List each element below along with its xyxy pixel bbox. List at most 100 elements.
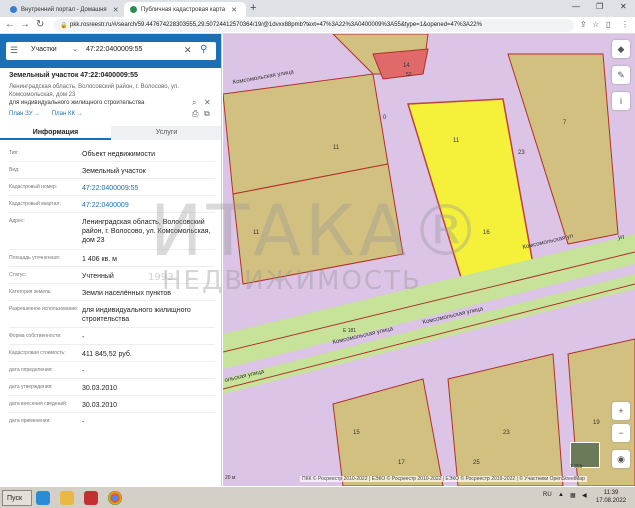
parcel-title: Земельный участок 47:22:0400009:55 <box>9 72 138 79</box>
parcel-purpose: для индивидуального жилищного строительс… <box>9 100 145 106</box>
chrome-icon[interactable] <box>108 491 122 505</box>
info-value: - <box>82 419 85 426</box>
tab-services[interactable]: Услуги <box>111 126 221 140</box>
parcel-shape[interactable] <box>332 378 444 486</box>
menu-icon[interactable]: ☰ <box>10 45 18 56</box>
info-key: Категория земель: <box>9 289 52 295</box>
close-icon[interactable]: ✕ <box>113 6 119 14</box>
row-divider <box>9 178 215 179</box>
zoom-to-icon[interactable]: ⌕ <box>192 98 196 108</box>
search-icon[interactable]: ⚲ <box>200 44 207 55</box>
new-tab-button[interactable]: + <box>250 2 256 14</box>
system-clock[interactable]: 11:39 17.08.2022 <box>596 489 626 505</box>
info-key: Кадастровый номер: <box>9 184 58 190</box>
star-icon[interactable]: ☆ <box>592 20 599 29</box>
browser-tab-bar: Внутренний портал - Домашня ✕ Публичная … <box>0 0 635 17</box>
row-divider <box>9 300 215 301</box>
close-window-icon[interactable]: ✕ <box>620 2 627 11</box>
ie-icon[interactable] <box>36 491 50 505</box>
info-key: Тип: <box>9 150 19 156</box>
plot-label: 25 <box>473 460 480 466</box>
info-key: дата внесения сведений: <box>9 401 68 407</box>
copy-icon[interactable]: ⧉ <box>204 109 210 119</box>
tray-arrow-icon[interactable]: ▲ <box>558 492 564 498</box>
map-scale: 20 м <box>225 475 236 481</box>
print-icon[interactable]: ⎙ <box>192 109 198 119</box>
chevron-down-icon[interactable]: ⌄ <box>72 45 78 53</box>
close-icon[interactable]: ✕ <box>231 6 237 14</box>
volume-icon[interactable]: ◀ <box>582 492 587 499</box>
rosreestr-favicon-icon <box>130 6 137 13</box>
back-icon[interactable]: ← <box>5 19 15 30</box>
language-indicator[interactable]: RU <box>543 492 552 498</box>
media-player-icon[interactable] <box>84 491 98 505</box>
tab-info[interactable]: Информация <box>0 126 111 140</box>
building-shape[interactable] <box>372 48 429 80</box>
network-icon[interactable]: ▦ <box>570 492 576 499</box>
parcel-address: Ленинградская область, Волосовский район… <box>9 84 179 98</box>
sidebar-icon[interactable]: ▯ <box>606 20 610 29</box>
info-icon[interactable]: i <box>612 92 630 110</box>
share-icon[interactable]: ⇪ <box>580 20 587 29</box>
tab-label: Публичная кадастровая карта <box>141 6 226 13</box>
row-divider <box>9 361 215 362</box>
explorer-icon[interactable] <box>60 491 74 505</box>
plot-label: 17 <box>398 460 405 466</box>
search-bar: ☰ Участки ⌄ 47:22:0400009:55 ✕ ⚲ <box>0 34 221 68</box>
info-value: - <box>82 368 85 375</box>
portal-favicon-icon <box>10 6 17 13</box>
menu-dots-icon[interactable]: ⋮ <box>621 20 629 29</box>
info-key: Кадастровая стоимость: <box>9 350 66 356</box>
clear-search-icon[interactable]: ✕ <box>184 45 192 56</box>
plot-label: 0 <box>383 115 387 121</box>
info-value: для индивидуального жилищного строительс… <box>82 307 191 323</box>
plot-label: 19 <box>593 420 600 426</box>
search-type-select[interactable]: Участки <box>31 46 57 53</box>
search-input[interactable]: 47:22:0400009:55 <box>86 46 142 53</box>
reload-icon[interactable]: ↻ <box>36 19 44 30</box>
row-divider <box>9 378 215 379</box>
tab-cadastral-map[interactable]: Публичная кадастровая карта ✕ <box>124 2 246 17</box>
info-value: Объект недвижимости <box>82 151 156 158</box>
watermark-logo: ИТАКА® <box>150 190 485 272</box>
plan-kk-link[interactable]: План КК → <box>52 111 83 117</box>
ruler-icon[interactable]: ✎ <box>612 66 630 84</box>
forward-icon[interactable]: → <box>20 19 30 30</box>
windows-taskbar: Пуск RU ▲ ▦ ◀ 11:39 17.08.2022 <box>0 486 635 508</box>
row-divider <box>9 395 215 396</box>
info-key: Кадастровый квартал: <box>9 201 61 207</box>
watermark-subtitle: НЕДВИЖИМОСТЬ <box>162 266 422 296</box>
street-label: ул <box>618 235 625 241</box>
tab-internal-portal[interactable]: Внутренний портал - Домашня ✕ <box>4 2 122 17</box>
edge-label: Е 181 <box>343 328 356 334</box>
street-label: Комсомольская улица <box>232 69 295 86</box>
parcel-shape[interactable] <box>447 353 564 486</box>
info-key: Вид: <box>9 167 20 173</box>
row-divider <box>9 344 215 345</box>
close-card-icon[interactable]: ✕ <box>204 98 211 107</box>
tab-label: Внутренний портал - Домашня <box>21 6 107 13</box>
plot-label: 15 <box>353 430 360 436</box>
layers-icon[interactable]: ◆ <box>612 40 630 58</box>
plan-links: План ЗУ → План КК → <box>9 111 83 117</box>
maximize-icon[interactable]: ❐ <box>596 2 603 11</box>
row-divider <box>9 412 215 413</box>
info-value: - <box>82 334 85 341</box>
info-key: дата определения: <box>9 367 53 373</box>
url-input[interactable]: 🔒 pkk.rosreestr.ru/#/search/59.447674228… <box>54 19 574 32</box>
panel-tabs: Информация Услуги <box>0 126 221 140</box>
minimize-icon[interactable]: — <box>572 2 580 11</box>
zoom-out-button[interactable]: − <box>612 424 630 442</box>
address-bar: ← → ↻ 🔒 pkk.rosreestr.ru/#/search/59.447… <box>0 17 635 34</box>
info-key: дата применения: <box>9 418 51 424</box>
info-key: Площадь уточненная: <box>9 255 61 261</box>
plan-zu-link[interactable]: План ЗУ → <box>9 111 40 117</box>
row-divider <box>9 161 215 162</box>
row-divider <box>9 327 215 328</box>
lock-icon: 🔒 <box>60 23 68 29</box>
start-button[interactable]: Пуск <box>2 490 32 506</box>
location-icon[interactable]: ◉ <box>612 450 630 468</box>
zoom-in-button[interactable]: + <box>612 402 630 420</box>
info-key: Статус: <box>9 272 27 278</box>
info-key: Адрес: <box>9 218 25 224</box>
